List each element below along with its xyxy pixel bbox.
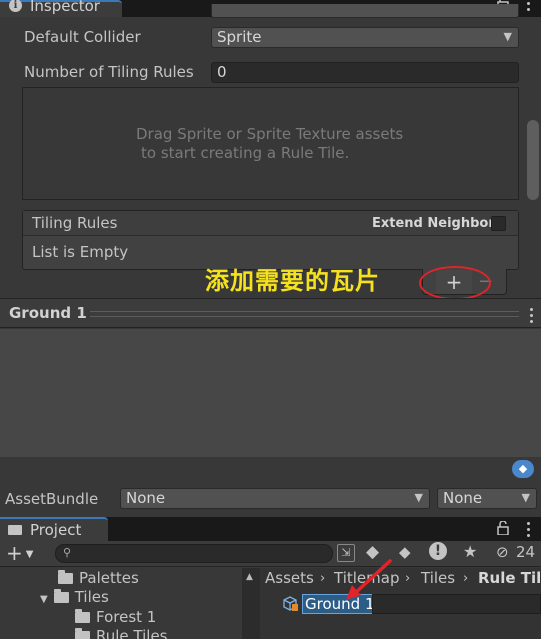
preview-footer xyxy=(0,457,541,485)
drop-hint-line2: to start creating a Rule Tile. xyxy=(141,144,350,162)
list-empty-text: List is Empty xyxy=(32,243,129,261)
favorite-star-icon[interactable]: ★ xyxy=(463,542,477,561)
tree-item-rule-tiles[interactable]: Rule Tiles xyxy=(75,626,168,639)
breadcrumb-separator-icon: › xyxy=(320,571,326,586)
log-icon[interactable]: ! xyxy=(429,542,447,560)
preview-area xyxy=(0,329,541,457)
annotation-text: 添加需要的瓦片 xyxy=(205,267,380,295)
label-tag-icon[interactable]: ◆ xyxy=(512,460,534,478)
preview-title: Ground 1 xyxy=(9,304,87,322)
project-menu-icon[interactable] xyxy=(527,522,531,540)
sprite-drop-zone[interactable]: Drag Sprite or Sprite Texture assets to … xyxy=(22,87,519,200)
dropdown-arrow-icon: ▼ xyxy=(503,30,512,43)
resize-grip[interactable] xyxy=(90,311,519,317)
filter-label-icon[interactable]: ◆ xyxy=(399,543,411,561)
breadcrumb-tiles[interactable]: Tiles xyxy=(421,568,455,589)
search-input[interactable]: ⚲ xyxy=(55,544,333,563)
default-collider-label: Default Collider xyxy=(24,28,141,46)
drop-hint-line1: Drag Sprite or Sprite Texture assets xyxy=(136,125,404,143)
scroll-up-icon[interactable]: ▲ xyxy=(246,572,253,582)
highlight-circle xyxy=(419,266,491,300)
folder-icon xyxy=(58,570,73,584)
breadcrumb-separator-icon: › xyxy=(405,571,411,586)
preview-header[interactable]: Ground 1 xyxy=(0,298,541,328)
info-icon: i xyxy=(9,0,22,12)
tree-item-forest[interactable]: Forest 1 xyxy=(75,607,156,627)
default-collider-dropdown[interactable]: Sprite ▼ xyxy=(211,27,519,48)
asset-bundle-label: AssetBundle xyxy=(5,490,99,508)
tab-project[interactable]: Project xyxy=(0,517,108,541)
asset-bundle-variant-value: None xyxy=(443,489,483,507)
project-tab-label: Project xyxy=(30,521,82,539)
rule-tile-asset-icon xyxy=(283,596,298,611)
kebab-menu-icon[interactable] xyxy=(527,0,531,14)
inspector-scrollbar[interactable] xyxy=(527,120,539,200)
panel-splitter[interactable]: ▲ xyxy=(242,568,260,639)
extend-neighbor-label: Extend Neighbor xyxy=(372,216,495,231)
folder-icon xyxy=(75,609,90,623)
hidden-count: 24 xyxy=(516,543,536,561)
num-tiling-rules-label: Number of Tiling Rules xyxy=(24,63,194,81)
preview-menu-icon[interactable] xyxy=(530,308,534,326)
extend-neighbor-checkbox[interactable] xyxy=(491,216,506,231)
tiling-rules-label: Tiling Rules xyxy=(32,214,118,232)
lock-icon[interactable] xyxy=(496,521,510,535)
num-tiling-rules-field[interactable]: 0 xyxy=(211,62,519,83)
asset-bundle-variant-dropdown[interactable]: None ▼ xyxy=(437,488,537,509)
tiling-rules-header: Tiling Rules Extend Neighbor xyxy=(23,211,518,236)
rename-input-area[interactable] xyxy=(372,594,541,614)
partial-popup-field[interactable] xyxy=(211,4,519,18)
folder-icon xyxy=(75,628,90,639)
dropdown-arrow-icon: ▼ xyxy=(521,491,530,504)
open-folder-icon xyxy=(53,589,69,603)
default-collider-value: Sprite xyxy=(217,28,262,46)
asset-bundle-name-dropdown[interactable]: None ▼ xyxy=(120,488,430,509)
dropdown-arrow-icon: ▼ xyxy=(414,491,423,504)
tree-item-palettes[interactable]: Palettes xyxy=(58,568,139,588)
inspector-tab-label: Inspector xyxy=(30,0,100,15)
search-icon: ⚲ xyxy=(63,546,72,559)
asset-bundle-name-value: None xyxy=(126,489,166,507)
create-button[interactable]: + ▼ xyxy=(6,542,33,569)
expand-arrow-icon[interactable]: ▼ xyxy=(40,594,48,605)
breadcrumb-separator-icon: › xyxy=(463,571,469,586)
annotation-arrow-icon xyxy=(346,559,392,600)
breadcrumb-assets[interactable]: Assets xyxy=(265,568,314,589)
breadcrumb-rule-tile[interactable]: Rule Tile xyxy=(478,568,541,589)
hidden-eye-icon[interactable]: ⊘ xyxy=(496,543,509,561)
folder-tree: Palettes ▼ Tiles Forest 1 Rule Tiles xyxy=(0,568,242,639)
folder-icon xyxy=(8,525,22,535)
tab-inspector[interactable]: i Inspector xyxy=(0,0,122,17)
num-tiling-rules-value: 0 xyxy=(217,63,227,81)
